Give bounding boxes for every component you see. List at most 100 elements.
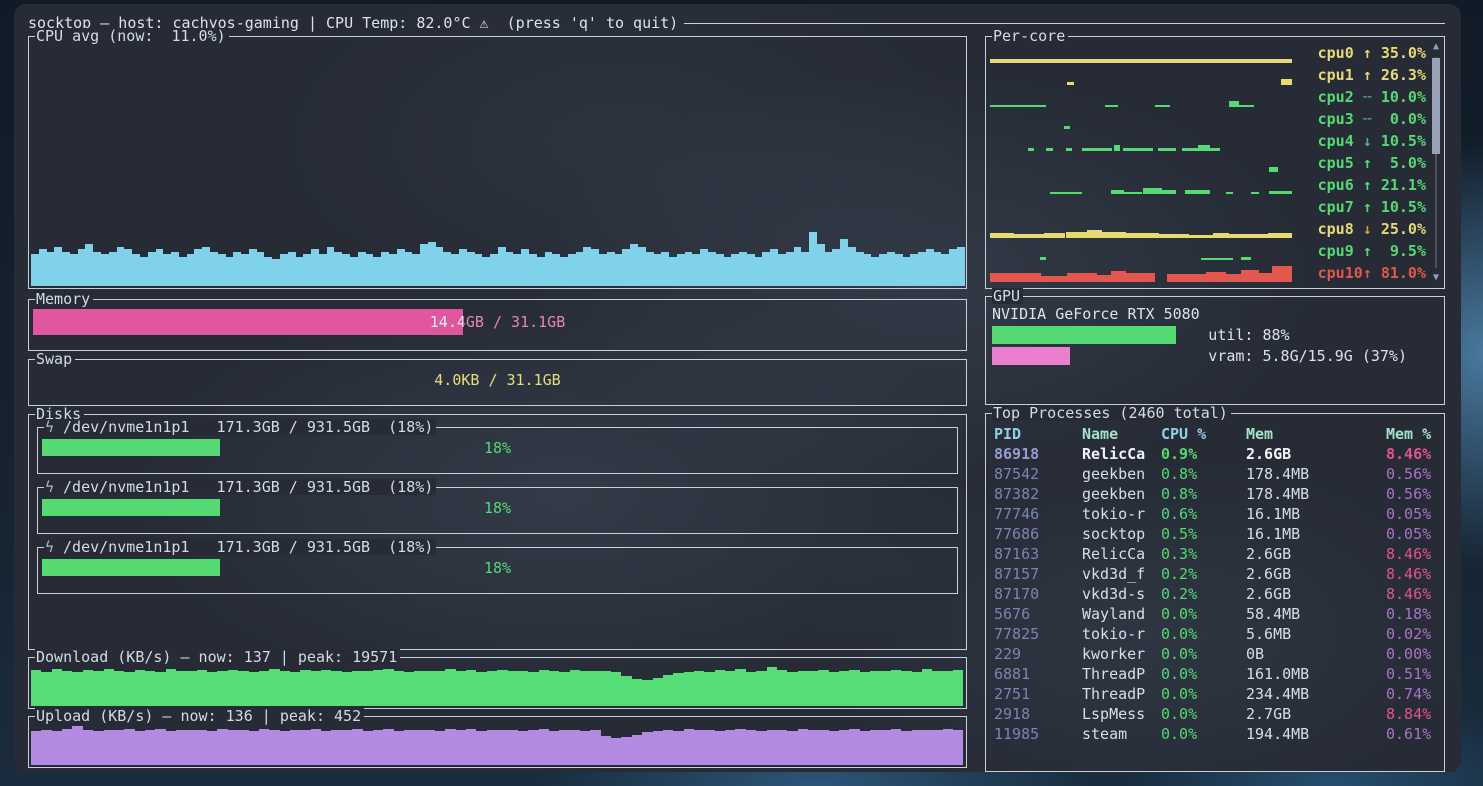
cpu-bar xyxy=(171,252,179,286)
per-core-label: cpu2 ╌ 10.0% xyxy=(1292,90,1426,105)
cell-cpu: 0.0% xyxy=(1161,644,1246,664)
cell-memp: 0.74% xyxy=(1386,684,1440,704)
per-core-scrollbar[interactable]: ▲ ▼ xyxy=(1431,41,1441,284)
cpu-bar xyxy=(54,247,62,286)
cpu-bar xyxy=(941,254,949,286)
upload-bar xyxy=(300,730,310,765)
upload-bar xyxy=(663,730,673,765)
disk-subpanel: ϟ/dev/nvme1n1p1 171.3GB / 931.5GB (18%)1… xyxy=(37,427,958,474)
cell-name: Wayland xyxy=(1082,604,1161,624)
cpu-bar xyxy=(389,254,397,286)
cpu-bar xyxy=(654,254,662,286)
disk-device-label: /dev/nvme1n1p1 171.3GB / 931.5GB (18%) xyxy=(63,539,433,555)
per-core-label: cpu10↑ 81.0% xyxy=(1292,266,1426,281)
download-bar xyxy=(331,671,341,706)
sparkline-segment xyxy=(1044,233,1065,238)
download-bar xyxy=(777,670,787,706)
cell-name: LspMess xyxy=(1082,704,1161,724)
cell-mem: 178.4MB xyxy=(1246,484,1386,504)
upload-bar xyxy=(62,729,72,765)
download-bar xyxy=(487,671,497,706)
scrollbar-up-icon[interactable]: ▲ xyxy=(1431,41,1441,53)
gpu-vram-gauge xyxy=(992,347,1202,365)
cell-name: steam xyxy=(1082,724,1161,744)
sparkline-segment xyxy=(1272,266,1292,282)
cpu-bar xyxy=(218,254,226,286)
download-bar xyxy=(217,671,227,706)
per-core-row: cpu1 ↑ 26.3% xyxy=(990,65,1426,87)
cpu-bar xyxy=(373,257,381,286)
upload-bar xyxy=(756,731,766,765)
sparkline-segment xyxy=(1102,232,1126,238)
upload-bar xyxy=(673,731,683,765)
cpu-bar xyxy=(513,254,521,286)
cpu-bar xyxy=(840,239,848,286)
scrollbar-thumb[interactable] xyxy=(1432,58,1440,154)
cell-cpu: 0.0% xyxy=(1161,624,1246,644)
per-core-row: cpu7 ↑ 10.5% xyxy=(990,196,1426,218)
core-usage-value: 10.5% xyxy=(1372,198,1426,216)
upload-bar xyxy=(787,731,797,765)
disk-subpanel-title: ϟ/dev/nvme1n1p1 171.3GB / 931.5GB (18%) xyxy=(44,419,436,435)
upload-bar xyxy=(611,738,621,765)
sparkline-segment xyxy=(1082,148,1112,151)
per-core-label: cpu9 ↑ 9.5% xyxy=(1292,244,1426,259)
cell-mem: 2.6GB xyxy=(1246,584,1386,604)
download-bar xyxy=(352,671,362,706)
sparkline-segment xyxy=(1229,101,1240,107)
disk-usage-gauge: 18% xyxy=(42,439,953,456)
scrollbar-down-icon[interactable]: ▼ xyxy=(1431,272,1441,284)
download-bar xyxy=(891,670,901,706)
cpu-bar xyxy=(381,252,389,286)
download-bar xyxy=(818,670,828,706)
gauge-label: 18% xyxy=(42,499,953,516)
cpu-bar xyxy=(124,249,132,286)
sparkline-segment xyxy=(1050,192,1082,194)
cell-cpu: 0.0% xyxy=(1161,684,1246,704)
disk-subpanel-title: ϟ/dev/nvme1n1p1 171.3GB / 931.5GB (18%) xyxy=(44,479,436,495)
download-bar xyxy=(166,669,176,706)
upload-bar xyxy=(321,731,331,765)
upload-bar xyxy=(621,737,631,765)
upload-bar xyxy=(394,731,404,765)
download-bar xyxy=(746,672,756,706)
upload-bar xyxy=(767,730,777,765)
cell-memp: 0.05% xyxy=(1386,504,1440,524)
cell-mem: 178.4MB xyxy=(1246,464,1386,484)
download-bar xyxy=(870,671,880,706)
sparkline-segment xyxy=(1226,274,1241,282)
cpu-bar xyxy=(583,247,591,286)
sparkline-segment xyxy=(1189,235,1213,238)
cell-cpu: 0.0% xyxy=(1161,704,1246,724)
cpu-bar xyxy=(576,252,584,286)
cpu-bar xyxy=(358,252,366,286)
core-trend-arrow-icon: ↑ xyxy=(1363,176,1372,194)
cell-memp: 0.56% xyxy=(1386,464,1440,484)
cpu-bar xyxy=(615,254,623,286)
download-bar xyxy=(663,675,673,706)
cpu-bar xyxy=(552,254,560,286)
cpu-bar xyxy=(148,252,156,286)
left-column: CPU avg (now: 11.0%) Memory 14.4GB / 31.… xyxy=(28,36,967,772)
sparkline-segment xyxy=(1064,126,1070,129)
core-usage-value: 0.0% xyxy=(1372,110,1426,128)
upload-bar xyxy=(176,730,186,765)
socktop-terminal-window: socktop — host: cachyos-gaming | CPU Tem… xyxy=(14,4,1461,772)
cpu-bar xyxy=(910,254,918,286)
upload-bar xyxy=(777,730,787,765)
cell-mem: 2.6GB xyxy=(1246,444,1386,464)
cpu-bar xyxy=(817,244,825,286)
download-bar xyxy=(300,670,310,706)
cpu-bar xyxy=(568,254,576,286)
cpu-bar xyxy=(85,244,93,286)
sparkline-segment xyxy=(1268,233,1292,238)
cell-mem: 161.0MB xyxy=(1246,664,1386,684)
cpu-bar xyxy=(93,252,101,286)
upload-bar xyxy=(342,730,352,765)
core-usage-value: 5.0% xyxy=(1372,154,1426,172)
disk-usage-gauge: 18% xyxy=(42,559,953,576)
cpu-bar xyxy=(599,254,607,286)
cpu-bar xyxy=(264,257,272,286)
upload-bar xyxy=(570,730,580,765)
sparkline-segment xyxy=(1269,167,1278,172)
